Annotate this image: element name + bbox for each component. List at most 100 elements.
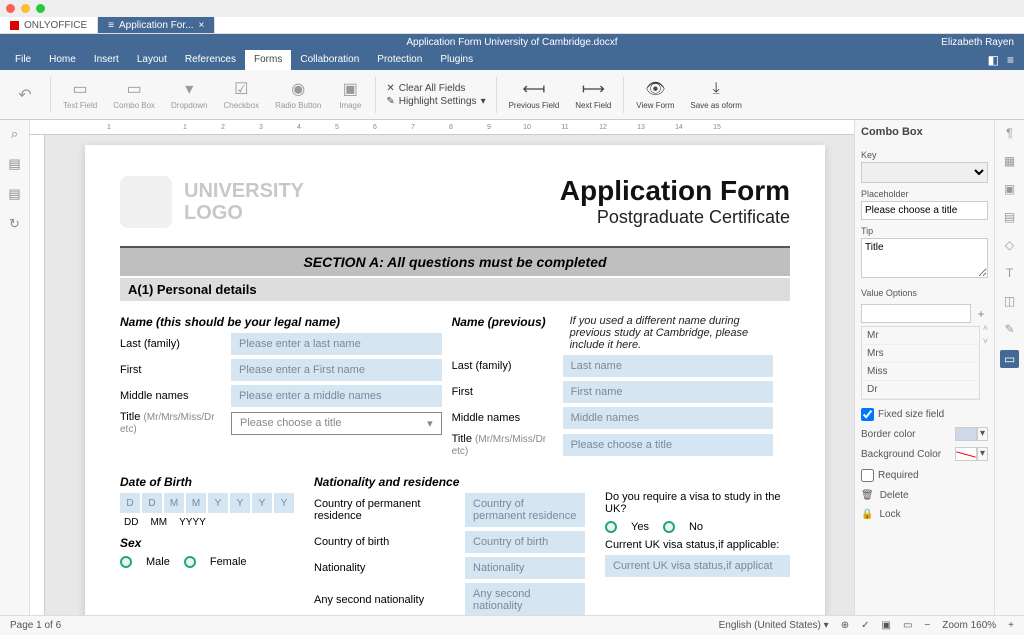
toolbar-save-oform[interactable]: ⤓Save as oform [684,77,748,112]
prev-first-input[interactable]: First name [563,381,774,403]
macos-titlebar [0,0,1024,17]
document-canvas[interactable]: UNIVERSITYLOGO Application Form Postgrad… [45,135,854,615]
toolbar-radio[interactable]: ◉Radio Button [269,77,327,112]
sex-female-radio[interactable] [184,556,196,568]
app-tab-home[interactable]: ONLYOFFICE [0,17,98,33]
shape-icon[interactable]: ◇ [1005,238,1014,252]
paragraph-icon[interactable]: ¶ [1006,126,1012,140]
toolbar-dropdown[interactable]: ▾Dropdown [165,77,213,112]
app-tab-document[interactable]: ≡ Application For... × [98,17,215,33]
second-nationality-input[interactable]: Any second nationality [465,583,585,615]
option-item[interactable]: Mrs [862,345,979,363]
right-panel: Combo Box Key Placeholder Tip Value Opti… [854,120,994,615]
zoom-in-button[interactable]: + [1008,620,1014,631]
user-icon[interactable]: ◧ [988,53,999,67]
toolbar-highlight[interactable]: ✎Highlight Settings▾ [386,96,485,107]
vertical-ruler [30,135,45,615]
document-title: Application Form University of Cambridge… [406,37,617,48]
close-window-icon[interactable] [6,4,15,13]
delete-button[interactable]: 🗑Delete [861,490,988,501]
menu-home[interactable]: Home [40,50,85,70]
add-option-input[interactable] [861,304,971,323]
last-name-input[interactable]: Please enter a last name [231,333,442,355]
prev-last-input[interactable]: Last name [563,355,774,377]
toolbar-view-form[interactable]: 👁View Form [630,77,680,112]
minimize-window-icon[interactable] [21,4,30,13]
menu-protection[interactable]: Protection [368,50,431,70]
menu-file[interactable]: File [6,50,40,70]
option-item[interactable]: Dr [862,381,979,399]
menu-forms[interactable]: Forms [245,50,291,70]
page-indicator[interactable]: Page 1 of 6 [10,620,61,631]
menu-collaboration[interactable]: Collaboration [291,50,368,70]
option-item[interactable]: Mr [862,327,979,345]
lock-button[interactable]: 🔒Lock [861,509,988,520]
zoom-out-button[interactable]: − [924,620,930,631]
option-item[interactable]: Miss [862,363,979,381]
chevron-down-icon[interactable]: ▾ [977,427,988,441]
prev-middle-input[interactable]: Middle names [563,407,774,429]
prev-title-input[interactable]: Please choose a title [563,434,774,456]
toolbar-text-field[interactable]: ▭Text Field [57,77,103,112]
move-down-icon[interactable]: ˅ [983,336,988,346]
zoom-level[interactable]: Zoom 160% [942,620,996,631]
more-icon[interactable]: ≡ [1007,53,1014,67]
placeholder-input[interactable] [861,201,988,220]
toolbar-next-field[interactable]: ⟼Next Field [569,77,617,112]
form-settings-icon[interactable]: ▭ [1000,350,1019,368]
first-name-input[interactable]: Please enter a First name [231,359,442,381]
fit-page-icon[interactable]: ▣ [881,620,890,631]
middle-name-input[interactable]: Please enter a middle names [231,385,442,407]
border-color-label: Border color [861,429,915,440]
title-combobox[interactable]: Please choose a title▾ [231,412,442,435]
menu-plugins[interactable]: Plugins [431,50,482,70]
move-up-icon[interactable]: ˄ [983,323,988,333]
close-tab-icon[interactable]: × [198,20,204,31]
text-icon[interactable]: T [1006,266,1013,280]
visa-status-label: Current UK visa status,if applicable: [605,539,790,551]
key-select[interactable] [861,162,988,183]
tip-textarea[interactable] [861,238,988,278]
maximize-window-icon[interactable] [36,4,45,13]
border-color-swatch[interactable] [955,427,977,441]
birth-country-input[interactable]: Country of birth [465,531,585,553]
image-settings-icon[interactable]: ▣ [1004,182,1015,196]
required-checkbox[interactable] [861,469,874,482]
visa-yes-radio[interactable] [605,521,617,533]
toolbar-prev-field[interactable]: ⟻Previous Field [503,77,566,112]
menu-layout[interactable]: Layout [128,50,176,70]
header-icon[interactable]: ▤ [1004,210,1015,224]
nationality-input[interactable]: Nationality [465,557,585,579]
prev-field-icon: ⟻ [524,79,544,99]
chevron-down-icon[interactable]: ▾ [977,447,988,461]
visa-status-input[interactable]: Current UK visa status,if applicat [605,555,790,577]
track-changes-icon[interactable]: ⊕ [841,620,849,631]
chart-icon[interactable]: ◫ [1004,294,1015,308]
sex-male-radio[interactable] [120,556,132,568]
first-name-label: First [120,364,225,376]
menu-references[interactable]: References [176,50,245,70]
perm-residence-input[interactable]: Country of permanent residence [465,493,585,527]
toolbar-image[interactable]: ▣Image [331,77,369,112]
spellcheck-icon[interactable]: ✓ [861,620,869,631]
fit-width-icon[interactable]: ▭ [903,620,912,631]
visa-no-radio[interactable] [663,521,675,533]
menu-insert[interactable]: Insert [85,50,128,70]
language-selector[interactable]: English (United States) ▾ [719,620,829,631]
comments-icon[interactable]: ▤ [8,156,20,172]
toolbar-undo[interactable]: ↶ [6,83,44,107]
nationality-label: Nationality [314,562,459,574]
toolbar-combo-box[interactable]: ▭Combo Box [107,77,161,112]
toolbar-clear-fields[interactable]: ✕Clear All Fields [386,83,485,94]
add-option-button[interactable]: + [974,307,988,321]
signature-icon[interactable]: ✎ [1004,322,1014,336]
dob-input[interactable]: DDMMYYYY [120,493,294,513]
headings-icon[interactable]: ▤ [8,186,20,202]
table-icon[interactable]: ▦ [1004,154,1015,168]
fixed-size-checkbox[interactable] [861,408,874,421]
options-list[interactable]: Mr Mrs Miss Dr [861,326,980,400]
feedback-icon[interactable]: ↻ [9,216,20,232]
logo-text: UNIVERSITYLOGO [184,180,304,224]
toolbar-checkbox[interactable]: ☑Checkbox [218,77,266,112]
search-icon[interactable]: ⌕ [11,126,18,142]
